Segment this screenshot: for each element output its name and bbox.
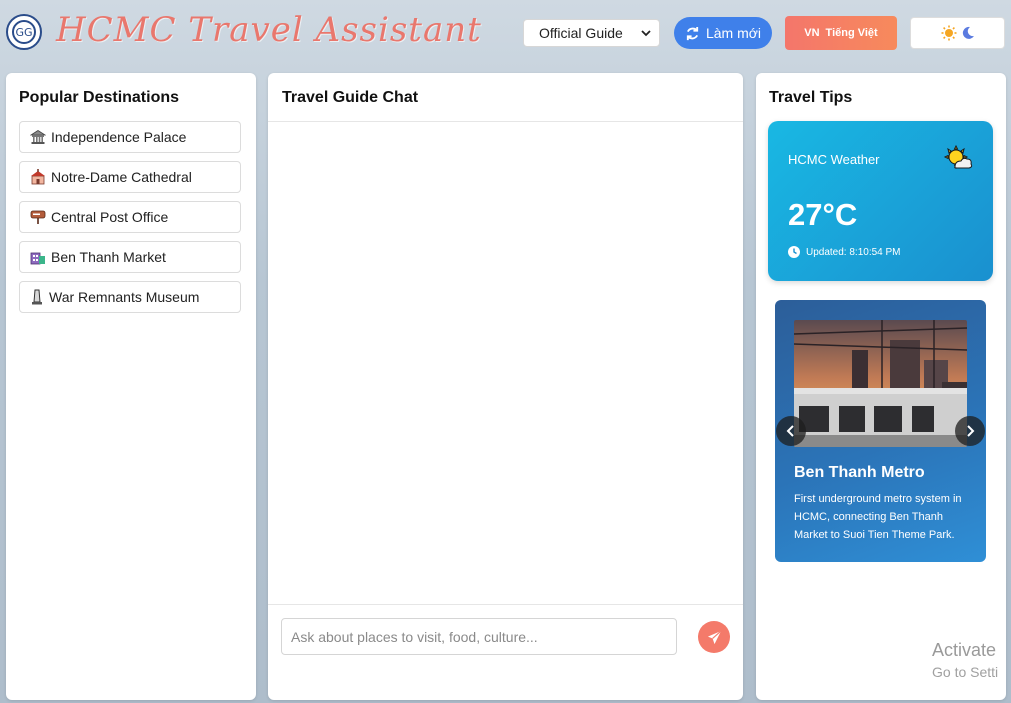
top-bar: GG HCMC Travel Assistant Official Guide … bbox=[0, 0, 1011, 66]
app-title: HCMC Travel Assistant bbox=[56, 10, 482, 50]
tips-panel: Travel Tips HCMC Weather 27°C Updated: 8… bbox=[756, 73, 1006, 700]
app-logo: GG bbox=[6, 14, 42, 50]
chat-input-divider bbox=[268, 604, 743, 605]
church-icon bbox=[31, 169, 45, 185]
metro-photo-image bbox=[794, 320, 967, 447]
chevron-down-icon bbox=[641, 30, 651, 37]
postbox-icon bbox=[30, 210, 46, 224]
language-label: Tiếng Việt bbox=[825, 27, 878, 39]
market-icon bbox=[30, 252, 45, 265]
weather-updated-text: Updated: 8:10:54 PM bbox=[806, 246, 901, 258]
clock-icon bbox=[788, 246, 800, 258]
svg-text:GG: GG bbox=[15, 26, 32, 39]
destination-notre-dame-cathedral[interactable]: Notre-Dame Cathedral bbox=[19, 161, 241, 193]
chat-heading: Travel Guide Chat bbox=[282, 89, 419, 106]
weather-label: HCMC Weather bbox=[788, 152, 880, 167]
destination-label: War Remnants Museum bbox=[49, 289, 200, 305]
sun-icon bbox=[941, 25, 956, 41]
language-button[interactable]: VN Tiếng Việt bbox=[785, 16, 897, 50]
carousel-photo bbox=[794, 320, 967, 447]
logo-emblem-icon: GG bbox=[12, 20, 36, 44]
destination-war-remnants-museum[interactable]: War Remnants Museum bbox=[19, 281, 241, 313]
destination-central-post-office[interactable]: Central Post Office bbox=[19, 201, 241, 233]
activation-watermark-title: Activate bbox=[932, 640, 997, 660]
destinations-heading: Popular Destinations bbox=[19, 89, 180, 106]
destinations-panel: Popular Destinations Independence Palace… bbox=[6, 73, 256, 700]
carousel-next-button[interactable] bbox=[955, 416, 985, 446]
chat-messages-area[interactable] bbox=[268, 122, 743, 604]
guide-select[interactable]: Official Guide bbox=[523, 19, 660, 47]
weather-card: HCMC Weather 27°C Updated: 8:10:54 PM bbox=[768, 121, 993, 281]
refresh-button-label: Làm mới bbox=[705, 25, 762, 41]
refresh-icon bbox=[686, 26, 699, 40]
chevron-right-icon bbox=[967, 425, 975, 437]
destination-ben-thanh-market[interactable]: Ben Thanh Market bbox=[19, 241, 241, 273]
destination-label: Independence Palace bbox=[51, 129, 187, 145]
landmark-icon bbox=[30, 130, 46, 144]
chevron-left-icon bbox=[786, 425, 794, 437]
send-button[interactable] bbox=[698, 621, 730, 653]
tips-carousel-card: Ben Thanh Metro First underground metro … bbox=[775, 300, 986, 562]
refresh-button[interactable]: Làm mới bbox=[674, 17, 772, 49]
chat-input[interactable] bbox=[281, 618, 677, 655]
sun-cloud-icon bbox=[943, 145, 973, 170]
tips-heading: Travel Tips bbox=[769, 89, 853, 106]
chat-panel: Travel Guide Chat bbox=[268, 73, 743, 700]
flag-code: VN bbox=[804, 27, 820, 39]
carousel-description: First underground metro system in HCMC, … bbox=[794, 493, 962, 541]
activation-watermark-subtitle: Go to Setti bbox=[932, 664, 999, 680]
carousel-prev-button[interactable] bbox=[776, 416, 806, 446]
weather-temperature: 27°C bbox=[788, 197, 858, 232]
monument-icon bbox=[32, 289, 42, 305]
moon-icon bbox=[962, 26, 974, 39]
destination-label: Notre-Dame Cathedral bbox=[51, 169, 192, 185]
destination-independence-palace[interactable]: Independence Palace bbox=[19, 121, 241, 153]
guide-select-value: Official Guide bbox=[539, 25, 623, 41]
destination-label: Ben Thanh Market bbox=[51, 249, 166, 265]
destination-label: Central Post Office bbox=[51, 209, 169, 225]
carousel-title: Ben Thanh Metro bbox=[794, 464, 925, 481]
paper-plane-icon bbox=[707, 630, 721, 644]
theme-toggle[interactable] bbox=[910, 17, 1005, 49]
weather-updated: Updated: 8:10:54 PM bbox=[788, 246, 901, 258]
